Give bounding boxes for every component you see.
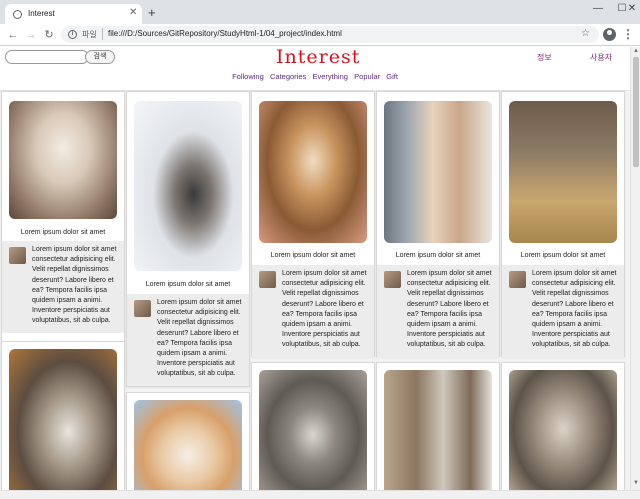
- author-avatar[interactable]: [9, 247, 26, 264]
- kitten-on-snow-photo[interactable]: [134, 101, 242, 271]
- scroll-up-icon[interactable]: ▲: [633, 48, 639, 54]
- card-title: Lorem ipsum dolor sit amet: [20, 229, 106, 236]
- author-avatar[interactable]: [384, 271, 401, 288]
- kitten-tabby-mirror-photo[interactable]: [384, 370, 492, 490]
- kitten-tabby-closeup-photo[interactable]: [259, 370, 367, 490]
- minimize-icon[interactable]: —: [586, 2, 610, 18]
- card-footer: Lorem ipsum dolor sit amet consectetur a…: [127, 294, 249, 386]
- kitten-sleeping-photo[interactable]: [9, 101, 117, 219]
- scroll-thumb[interactable]: [633, 57, 639, 167]
- nav-item-popular[interactable]: Popular: [354, 72, 380, 81]
- pin-card[interactable]: [1, 341, 125, 490]
- card-description: Lorem ipsum dolor sit amet consectetur a…: [407, 270, 492, 349]
- browser-toolbar: ← → ↻ i 파일 file:///D:/Sources/GitReposit…: [0, 24, 640, 46]
- info-icon[interactable]: i: [68, 30, 77, 39]
- card-footer: Lorem ipsum dolor sit amet consectetur a…: [2, 241, 124, 333]
- kitten-orange-white-photo[interactable]: [384, 101, 492, 243]
- kitten-calico-photo[interactable]: [9, 349, 117, 490]
- card-title: Lorem ipsum dolor sit amet: [520, 252, 606, 259]
- search-input[interactable]: [5, 50, 89, 64]
- pin-feed: Lorem ipsum dolor sit amet Lorem ipsum d…: [0, 90, 630, 490]
- kitten-white-orange-photo[interactable]: [134, 400, 242, 490]
- kittens-pair-basket-photo[interactable]: [509, 101, 617, 243]
- profile-icon[interactable]: [603, 28, 616, 41]
- nav-item-following[interactable]: Following: [232, 72, 264, 81]
- url-separator: [102, 28, 103, 40]
- card-title: Lorem ipsum dolor sit amet: [270, 252, 356, 259]
- card-description: Lorem ipsum dolor sit amet consectetur a…: [532, 270, 617, 349]
- new-tab-button[interactable]: +: [148, 6, 156, 19]
- author-avatar[interactable]: [134, 300, 151, 317]
- nav-item-everything[interactable]: Everything: [313, 72, 348, 81]
- card-description: Lorem ipsum dolor sit amet consectetur a…: [157, 299, 242, 378]
- horizontal-scrollbar[interactable]: [0, 490, 640, 499]
- author-avatar[interactable]: [259, 271, 276, 288]
- window-close-icon[interactable]: ✕: [620, 2, 640, 18]
- tab-title: Interest: [28, 9, 55, 18]
- card-footer: Lorem ipsum dolor sit amet consectetur a…: [252, 265, 374, 357]
- kitten-tabby-standing-photo[interactable]: [509, 370, 617, 490]
- author-avatar[interactable]: [509, 271, 526, 288]
- pin-card[interactable]: Lorem ipsum dolor sit amet Lorem ipsum d…: [376, 91, 500, 357]
- vertical-scrollbar[interactable]: ▲ ▼: [630, 47, 640, 490]
- search-button[interactable]: 검색: [85, 50, 115, 64]
- pin-card[interactable]: Lorem ipsum dolor sit amet Lorem ipsum d…: [1, 91, 125, 379]
- url-text[interactable]: file:///D:/Sources/GitRepository/StudyHt…: [108, 29, 342, 38]
- category-nav: Following Categories Everything Popular …: [0, 72, 630, 81]
- info-link[interactable]: 정보: [537, 52, 552, 63]
- browser-tab[interactable]: Interest ✕: [5, 4, 142, 24]
- pin-card[interactable]: [501, 362, 625, 490]
- pin-card[interactable]: [251, 362, 375, 490]
- reload-icon[interactable]: ↻: [41, 27, 57, 43]
- card-description: Lorem ipsum dolor sit amet consectetur a…: [282, 270, 367, 349]
- pin-card[interactable]: Lorem ipsum dolor sit amet Lorem ipsum d…: [126, 91, 250, 387]
- forward-icon[interactable]: →: [23, 27, 39, 43]
- tab-close-icon[interactable]: ✕: [129, 7, 137, 18]
- favicon-globe-icon: [13, 10, 22, 19]
- pin-card[interactable]: Lorem ipsum dolor sit amet Lorem ipsum d…: [251, 91, 375, 357]
- star-icon[interactable]: ☆: [581, 28, 590, 39]
- scroll-down-icon[interactable]: ▼: [633, 480, 639, 486]
- nav-item-gift[interactable]: Gift: [386, 72, 398, 81]
- kitten-in-hand-photo[interactable]: [259, 101, 367, 243]
- card-footer: Lorem ipsum dolor sit amet consectetur a…: [377, 265, 499, 357]
- back-icon[interactable]: ←: [5, 27, 21, 43]
- user-link[interactable]: 사용자: [590, 52, 612, 63]
- address-bar[interactable]: i 파일 file:///D:/Sources/GitRepository/St…: [61, 26, 599, 43]
- pin-card[interactable]: Lorem ipsum dolor sit amet Lorem ipsum d…: [501, 91, 625, 357]
- card-title: Lorem ipsum dolor sit amet: [145, 281, 231, 288]
- card-title: Lorem ipsum dolor sit amet: [395, 252, 481, 259]
- pin-card[interactable]: [126, 392, 250, 490]
- url-scheme-label: 파일: [82, 30, 97, 39]
- nav-item-categories[interactable]: Categories: [270, 72, 306, 81]
- menu-icon[interactable]: ⋮: [622, 27, 634, 41]
- pin-card[interactable]: [376, 362, 500, 490]
- page-viewport: 검색 Interest 정보 사용자 Following Categories …: [0, 47, 630, 490]
- card-description: Lorem ipsum dolor sit amet consectetur a…: [32, 246, 117, 325]
- card-footer: Lorem ipsum dolor sit amet consectetur a…: [502, 265, 624, 357]
- browser-tab-strip: Interest ✕ + — ☐ ✕: [0, 0, 640, 24]
- site-logo[interactable]: Interest: [276, 47, 360, 68]
